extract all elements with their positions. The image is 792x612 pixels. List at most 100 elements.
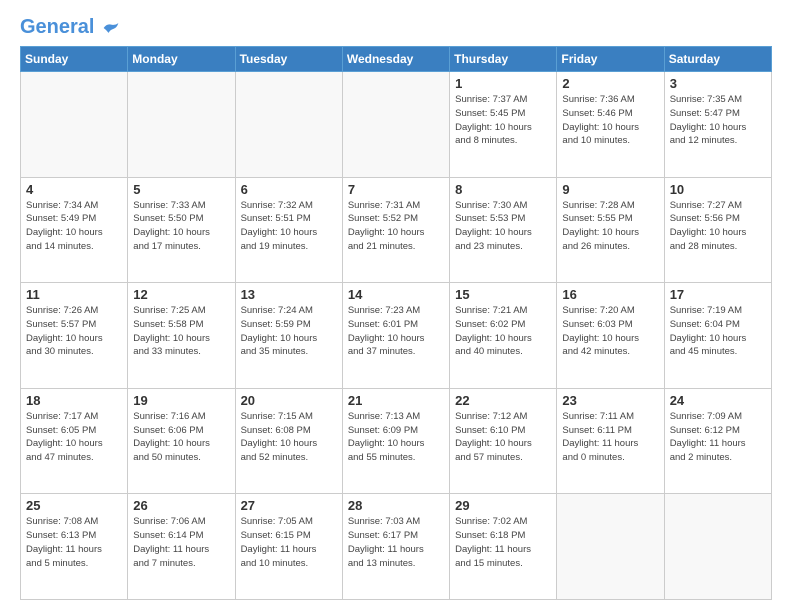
calendar-cell: 19Sunrise: 7:16 AMSunset: 6:06 PMDayligh… (128, 388, 235, 494)
calendar-cell: 20 Sunrise: 7:15 AMSunset: 6:08 PMDayligh… (235, 388, 342, 494)
calendar-cell (557, 494, 664, 600)
day-info: Sunrise: 7:21 AMSunset: 6:02 PMDaylight:… (455, 304, 551, 359)
calendar-cell: 12 Sunrise: 7:25 AMSunset: 5:58 PMDayligh… (128, 283, 235, 389)
day-info: Sunrise: 7:06 AMSunset: 6:14 PMDaylight:… (133, 515, 229, 570)
day-info: Sunrise: 7:12 AMSunset: 6:10 PMDaylight:… (455, 410, 551, 465)
calendar-cell: 24 Sunrise: 7:09 AMSunset: 6:12 PMDayligh… (664, 388, 771, 494)
day-info: Sunrise: 7:13 AMSunset: 6:09 PMDaylight:… (348, 410, 444, 465)
day-info: Sunrise: 7:26 AMSunset: 5:57 PMDaylight:… (26, 304, 122, 359)
day-info: Sunrise: 7:27 AMSunset: 5:56 PMDaylight:… (670, 199, 766, 254)
calendar-cell (342, 72, 449, 178)
day-number: 23 (562, 393, 658, 408)
day-number: 2 (562, 76, 658, 91)
day-info: Sunrise: 7:08 AMSunset: 6:13 PMDaylight:… (26, 515, 122, 570)
day-info: Sunrise: 7:02 AMSunset: 6:18 PMDaylight:… (455, 515, 551, 570)
calendar-cell: 23 Sunrise: 7:11 AMSunset: 6:11 PMDayligh… (557, 388, 664, 494)
day-number: 29 (455, 498, 551, 513)
calendar-cell (664, 494, 771, 600)
day-number: 11 (26, 287, 122, 302)
day-info: Sunrise: 7:19 AMSunset: 6:04 PMDaylight:… (670, 304, 766, 359)
calendar-cell: 17Sunrise: 7:19 AMSunset: 6:04 PMDayligh… (664, 283, 771, 389)
calendar-week-row: 18 Sunrise: 7:17 AMSunset: 6:05 PMDayligh… (21, 388, 772, 494)
day-info: Sunrise: 7:34 AMSunset: 5:49 PMDaylight:… (26, 199, 122, 254)
day-info: Sunrise: 7:20 AMSunset: 6:03 PMDaylight:… (562, 304, 658, 359)
calendar-week-row: 25 Sunrise: 7:08 AMSunset: 6:13 PMDayligh… (21, 494, 772, 600)
day-info: Sunrise: 7:25 AMSunset: 5:58 PMDaylight:… (133, 304, 229, 359)
page: General SundayMondayTuesdayWednesdayThur… (0, 0, 792, 612)
calendar-week-row: 1 Sunrise: 7:37 AMSunset: 5:45 PMDaylight… (21, 72, 772, 178)
header: General (20, 16, 772, 38)
day-info: Sunrise: 7:03 AMSunset: 6:17 PMDaylight:… (348, 515, 444, 570)
calendar-cell: 13 Sunrise: 7:24 AMSunset: 5:59 PMDayligh… (235, 283, 342, 389)
calendar-cell: 1 Sunrise: 7:37 AMSunset: 5:45 PMDaylight… (450, 72, 557, 178)
day-number: 18 (26, 393, 122, 408)
calendar-header-sunday: Sunday (21, 47, 128, 72)
calendar-cell: 10 Sunrise: 7:27 AMSunset: 5:56 PMDayligh… (664, 177, 771, 283)
calendar-week-row: 4 Sunrise: 7:34 AMSunset: 5:49 PMDaylight… (21, 177, 772, 283)
day-info: Sunrise: 7:15 AMSunset: 6:08 PMDaylight:… (241, 410, 337, 465)
calendar-cell: 18 Sunrise: 7:17 AMSunset: 6:05 PMDayligh… (21, 388, 128, 494)
day-info: Sunrise: 7:30 AMSunset: 5:53 PMDaylight:… (455, 199, 551, 254)
calendar-cell: 28 Sunrise: 7:03 AMSunset: 6:17 PMDayligh… (342, 494, 449, 600)
calendar-cell: 3 Sunrise: 7:35 AMSunset: 5:47 PMDaylight… (664, 72, 771, 178)
day-info: Sunrise: 7:23 AMSunset: 6:01 PMDaylight:… (348, 304, 444, 359)
day-number: 22 (455, 393, 551, 408)
calendar-header-tuesday: Tuesday (235, 47, 342, 72)
calendar-header-monday: Monday (128, 47, 235, 72)
calendar-cell: 11 Sunrise: 7:26 AMSunset: 5:57 PMDayligh… (21, 283, 128, 389)
calendar-table: SundayMondayTuesdayWednesdayThursdayFrid… (20, 46, 772, 600)
day-number: 9 (562, 182, 658, 197)
calendar-cell: 16 Sunrise: 7:20 AMSunset: 6:03 PMDayligh… (557, 283, 664, 389)
day-number: 16 (562, 287, 658, 302)
calendar-cell: 21Sunrise: 7:13 AMSunset: 6:09 PMDayligh… (342, 388, 449, 494)
day-info: Sunrise: 7:33 AMSunset: 5:50 PMDaylight:… (133, 199, 229, 254)
calendar-cell: 2 Sunrise: 7:36 AMSunset: 5:46 PMDaylight… (557, 72, 664, 178)
calendar-cell: 9 Sunrise: 7:28 AMSunset: 5:55 PMDaylight… (557, 177, 664, 283)
calendar-cell: 4 Sunrise: 7:34 AMSunset: 5:49 PMDaylight… (21, 177, 128, 283)
day-number: 13 (241, 287, 337, 302)
day-number: 12 (133, 287, 229, 302)
day-number: 5 (133, 182, 229, 197)
calendar-header-row: SundayMondayTuesdayWednesdayThursdayFrid… (21, 47, 772, 72)
day-number: 10 (670, 182, 766, 197)
day-info: Sunrise: 7:35 AMSunset: 5:47 PMDaylight:… (670, 93, 766, 148)
logo: General (20, 16, 120, 38)
day-info: Sunrise: 7:28 AMSunset: 5:55 PMDaylight:… (562, 199, 658, 254)
calendar-cell (21, 72, 128, 178)
calendar-cell: 27 Sunrise: 7:05 AMSunset: 6:15 PMDayligh… (235, 494, 342, 600)
calendar-cell: 26 Sunrise: 7:06 AMSunset: 6:14 PMDayligh… (128, 494, 235, 600)
calendar-header-saturday: Saturday (664, 47, 771, 72)
logo-bird-icon (102, 21, 120, 35)
day-info: Sunrise: 7:05 AMSunset: 6:15 PMDaylight:… (241, 515, 337, 570)
calendar-header-friday: Friday (557, 47, 664, 72)
day-info: Sunrise: 7:37 AMSunset: 5:45 PMDaylight:… (455, 93, 551, 148)
day-number: 20 (241, 393, 337, 408)
logo-text: General (20, 16, 120, 38)
day-number: 24 (670, 393, 766, 408)
calendar-header-thursday: Thursday (450, 47, 557, 72)
day-number: 26 (133, 498, 229, 513)
calendar-cell: 8 Sunrise: 7:30 AMSunset: 5:53 PMDaylight… (450, 177, 557, 283)
day-number: 4 (26, 182, 122, 197)
calendar-cell: 14Sunrise: 7:23 AMSunset: 6:01 PMDayligh… (342, 283, 449, 389)
day-info: Sunrise: 7:17 AMSunset: 6:05 PMDaylight:… (26, 410, 122, 465)
day-number: 8 (455, 182, 551, 197)
day-info: Sunrise: 7:11 AMSunset: 6:11 PMDaylight:… (562, 410, 658, 465)
calendar-header-wednesday: Wednesday (342, 47, 449, 72)
day-number: 3 (670, 76, 766, 91)
day-number: 25 (26, 498, 122, 513)
calendar-cell: 15Sunrise: 7:21 AMSunset: 6:02 PMDayligh… (450, 283, 557, 389)
day-number: 28 (348, 498, 444, 513)
calendar-week-row: 11 Sunrise: 7:26 AMSunset: 5:57 PMDayligh… (21, 283, 772, 389)
calendar-cell: 22 Sunrise: 7:12 AMSunset: 6:10 PMDayligh… (450, 388, 557, 494)
calendar-cell: 25 Sunrise: 7:08 AMSunset: 6:13 PMDayligh… (21, 494, 128, 600)
day-info: Sunrise: 7:32 AMSunset: 5:51 PMDaylight:… (241, 199, 337, 254)
calendar-cell (128, 72, 235, 178)
day-number: 1 (455, 76, 551, 91)
day-info: Sunrise: 7:09 AMSunset: 6:12 PMDaylight:… (670, 410, 766, 465)
day-info: Sunrise: 7:36 AMSunset: 5:46 PMDaylight:… (562, 93, 658, 148)
day-number: 7 (348, 182, 444, 197)
day-info: Sunrise: 7:31 AMSunset: 5:52 PMDaylight:… (348, 199, 444, 254)
day-number: 27 (241, 498, 337, 513)
day-info: Sunrise: 7:24 AMSunset: 5:59 PMDaylight:… (241, 304, 337, 359)
